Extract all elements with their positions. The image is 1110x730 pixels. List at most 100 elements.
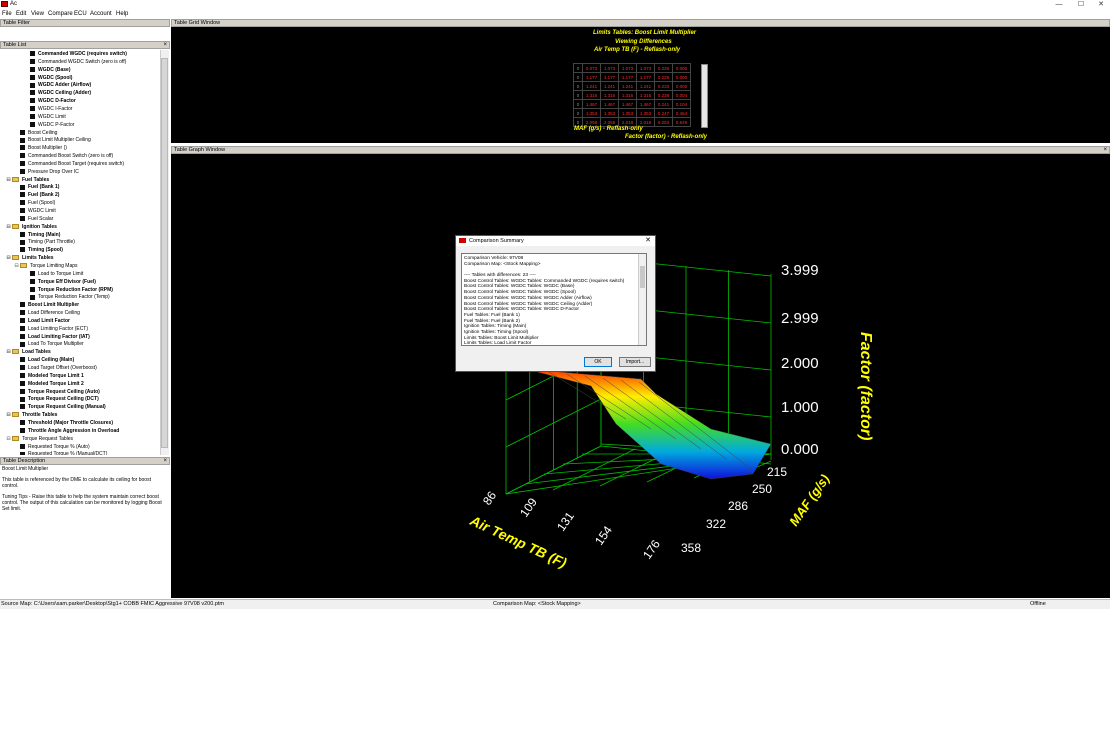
grid-cell[interactable]: 1.177 (618, 72, 637, 82)
tree-item[interactable]: Timing (Part Throttle) (20, 238, 75, 246)
menu-edit[interactable]: Edit (16, 11, 26, 18)
minimize-icon[interactable]: — (1048, 0, 1070, 9)
tree-item[interactable]: Threshold (Major Throttle Closures) (20, 419, 113, 427)
tree-item[interactable]: ⊟ Throttle Tables (6, 411, 57, 419)
tree-item[interactable]: ⊟ Limits Tables (6, 254, 53, 262)
menu-account[interactable]: Account (90, 11, 112, 18)
tree-item[interactable]: Torque Reduction Factor (RPM) (30, 286, 113, 294)
grid-cell[interactable]: 0.000 (672, 81, 691, 91)
tree-item[interactable]: ⊟ Torque Request Tables (6, 435, 73, 443)
tree-item[interactable]: Torque Eff Divisor (Fuel) (30, 278, 96, 286)
tree-item[interactable]: Fuel (Bank 1) (20, 183, 59, 191)
grid-cell[interactable]: 1.177 (582, 72, 601, 82)
ok-button[interactable]: OK (584, 357, 612, 367)
tree-item[interactable]: WGDC Limit (20, 207, 56, 215)
tree-item[interactable]: ⊟ Fuel Tables (6, 176, 49, 184)
menu-view[interactable]: View (31, 11, 44, 18)
grid-cell[interactable]: 0.464 (672, 108, 691, 118)
tree-scrollbar-thumb[interactable] (161, 58, 168, 448)
tree-item[interactable]: Load Difference Ceiling (20, 309, 80, 317)
tree-item[interactable]: Load Limit Factor (20, 317, 70, 325)
expand-toggle-icon[interactable]: ⊟ (14, 262, 19, 270)
expand-toggle-icon[interactable]: ⊟ (6, 254, 11, 262)
menu-compare[interactable]: Compare (48, 11, 73, 18)
expand-toggle-icon[interactable]: ⊟ (6, 348, 11, 356)
grid-cell[interactable]: 1.316 (618, 90, 637, 100)
grid-cell[interactable]: 1.241 (636, 81, 655, 91)
grid-cell[interactable]: 0.004 (672, 90, 691, 100)
expand-toggle-icon[interactable]: ⊟ (6, 176, 11, 184)
description-close-icon[interactable]: × (163, 458, 167, 465)
tree-item[interactable]: Requested Torque % (Auto) (20, 443, 90, 451)
grid-cell[interactable]: 1.073 (618, 63, 637, 73)
grid-cell[interactable]: 0 (573, 99, 583, 109)
tree-item[interactable]: Load Limiting Factor (ECT) (20, 325, 88, 333)
tree-item[interactable]: Timing (Spool) (20, 246, 63, 254)
grid-cell[interactable]: 0 (573, 108, 583, 118)
tree-item[interactable]: Boost Limit Multiplier Ceiling (20, 136, 91, 144)
tree-item[interactable]: Boost Multiplier () (20, 144, 67, 152)
graph-close-icon[interactable]: × (1103, 147, 1107, 154)
grid-cell[interactable]: 0.000 (672, 72, 691, 82)
tree-item[interactable]: WGDC Ceiling (Adder) (30, 89, 91, 97)
tree-item[interactable]: ⊟ Ignition Tables (6, 223, 57, 231)
grid-cell[interactable]: 1.241 (582, 81, 601, 91)
comparison-summary-text[interactable]: Comparison Vehicle: 97V08 Comparison Map:… (461, 253, 647, 346)
tree-item[interactable]: Commanded Boost Target (requires switch) (20, 160, 124, 168)
close-window-icon[interactable]: ✕ (1090, 0, 1110, 9)
grid-cell[interactable]: 1.241 (600, 81, 619, 91)
tree-item[interactable]: Commanded WGDC (requires switch) (30, 50, 127, 58)
expand-toggle-icon[interactable]: ⊟ (6, 435, 11, 443)
grid-cell[interactable]: 0.073 (582, 63, 601, 73)
grid-cell[interactable]: 0.104 (672, 99, 691, 109)
grid-cell[interactable]: 0.253 (654, 117, 673, 127)
grid-cell[interactable]: 0.226 (654, 63, 673, 73)
expand-toggle-icon[interactable]: ⊟ (6, 411, 11, 419)
tree-item[interactable]: WGDC I-Factor (30, 105, 72, 113)
grid-cell[interactable]: 1.353 (636, 108, 655, 118)
grid-cell[interactable]: 1.316 (636, 90, 655, 100)
tree-item[interactable]: Load Limiting Factor (IAT) (20, 333, 90, 341)
dialog-close-icon[interactable]: ✕ (645, 236, 651, 246)
dialog-scrollbar[interactable] (638, 254, 646, 345)
tree-item[interactable]: Load To Torque Multiplier (20, 340, 84, 348)
tree-item[interactable]: WGDC D-Factor (30, 97, 76, 105)
tree-item[interactable]: Boost Limit Multiplier (20, 301, 79, 309)
tree-item[interactable]: Torque Request Ceiling (Manual) (20, 403, 106, 411)
grid-cell[interactable]: 1.467 (600, 99, 619, 109)
grid-cell[interactable]: 1.177 (636, 72, 655, 82)
grid-cell[interactable]: 1.073 (600, 63, 619, 73)
tree-item[interactable]: WGDC Limit (30, 113, 66, 121)
grid-cell[interactable]: 0.233 (654, 81, 673, 91)
tree-item[interactable]: Commanded Boost Switch (zero is off) (20, 152, 113, 160)
tree-item[interactable]: Commanded WGDC Switch (zero is off) (30, 58, 126, 66)
grid-scrollbar[interactable] (701, 64, 708, 128)
maximize-icon[interactable]: ☐ (1070, 0, 1092, 9)
grid-cell[interactable]: 1.177 (600, 72, 619, 82)
tree-item[interactable]: Torque Request Ceiling (Auto) (20, 388, 100, 396)
tree-item[interactable]: Requested Torque % (Manual/DCT) (20, 450, 107, 455)
grid-cell[interactable]: 1.353 (582, 108, 601, 118)
grid-cell[interactable]: 0 (573, 72, 583, 82)
grid-cell[interactable]: 1.241 (618, 81, 637, 91)
grid-cell[interactable]: 0.549 (672, 117, 691, 127)
menu-help[interactable]: Help (116, 11, 128, 18)
grid-cell[interactable]: 0 (573, 63, 583, 73)
tree-item[interactable]: Modeled Torque Limit 1 (20, 372, 84, 380)
tree-item[interactable]: WGDC (Spool) (30, 74, 72, 82)
menu-ecu[interactable]: ECU (74, 11, 87, 18)
grid-cell[interactable]: 1.073 (636, 63, 655, 73)
tree-item[interactable]: Modeled Torque Limit 2 (20, 380, 84, 388)
menu-file[interactable]: File (2, 11, 12, 18)
tree-item[interactable]: WGDC (Base) (30, 66, 71, 74)
tree-item[interactable]: Fuel Scalar (20, 215, 53, 223)
tree-item[interactable]: Torque Reduction Factor (Temp) (30, 293, 110, 301)
tree-item[interactable]: Load Target Offset (Overboost) (20, 364, 97, 372)
grid-cell[interactable]: 1.316 (582, 90, 601, 100)
tree-item[interactable]: ⊟ Torque Limiting Maps (14, 262, 77, 270)
tree-item[interactable]: Timing (Main) (20, 231, 60, 239)
tree-item[interactable]: Load Ceiling (Main) (20, 356, 74, 364)
grid-cell[interactable]: 0 (573, 90, 583, 100)
tree-item[interactable]: ⊟ Load Tables (6, 348, 50, 356)
table-list-close-icon[interactable]: × (163, 42, 167, 49)
